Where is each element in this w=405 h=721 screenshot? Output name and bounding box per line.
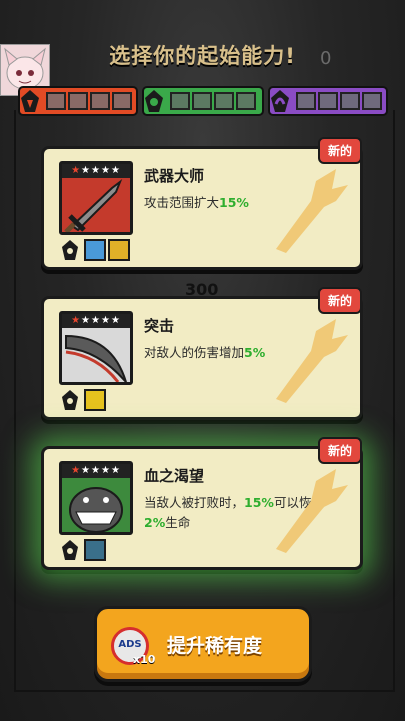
new-badge: 新的 xyxy=(317,287,362,314)
rage-icon xyxy=(62,540,78,560)
rarity-bars xyxy=(18,86,388,118)
gold-coin-icon xyxy=(84,389,106,411)
new-badge: 新的 xyxy=(317,137,362,164)
ads-count: x10 xyxy=(133,653,156,666)
rage-icon xyxy=(62,390,78,410)
rarity-cell xyxy=(46,92,66,110)
weapon-upgrade-icon xyxy=(84,239,106,261)
new-badge: 新的 xyxy=(317,437,362,464)
rarity-cell xyxy=(296,92,316,110)
shield-icon xyxy=(84,539,106,561)
rarity-cell xyxy=(340,92,360,110)
ability-name: 突击 xyxy=(144,317,175,335)
nature-icon xyxy=(145,90,163,112)
arcane-icon xyxy=(271,90,289,112)
ability-card-assault[interactable]: 新的 ★★★★★ 突击 对敌人的伤害增加5% xyxy=(41,287,363,420)
ability-tags xyxy=(58,237,130,263)
crown-icon xyxy=(108,239,130,261)
ability-name: 武器大师 xyxy=(144,167,205,185)
weapon-silhouette-icon xyxy=(276,169,348,253)
sword-icon: ★★★★★ xyxy=(59,161,133,235)
rage-icon xyxy=(21,90,39,112)
rage-icon xyxy=(62,240,78,260)
rarity-cell xyxy=(90,92,110,110)
rarity-bar-purple xyxy=(268,86,388,116)
upgrade-button-label: 提升稀有度 xyxy=(167,635,263,657)
ability-card-bloodlust[interactable]: 新的 ★★★★★ 血之渴望 当敌人被打败时，15%可以恢复2%生命 xyxy=(41,437,363,570)
ability-card-weapon-master[interactable]: 新的 ★★★★★ 武器大师 攻击范围扩大15% xyxy=(41,137,363,270)
rarity-cell xyxy=(214,92,234,110)
rarity-cell xyxy=(318,92,338,110)
weapon-silhouette-icon xyxy=(276,469,348,553)
rarity-cell xyxy=(170,92,190,110)
ability-tags xyxy=(58,537,106,563)
upgrade-rarity-button[interactable]: ADS x10 提升稀有度 xyxy=(94,606,312,682)
rarity-cell xyxy=(362,92,382,110)
rarity-cell xyxy=(192,92,212,110)
rarity-cell xyxy=(68,92,88,110)
rarity-bar-green xyxy=(142,86,264,116)
rarity-cell xyxy=(236,92,256,110)
page-title: 选择你的起始能力! xyxy=(109,44,296,68)
ability-tags xyxy=(58,387,106,413)
rarity-bar-red xyxy=(18,86,138,116)
slash-icon: ★★★★★ xyxy=(59,311,133,385)
weapon-silhouette-icon xyxy=(276,319,348,403)
ability-name: 血之渴望 xyxy=(144,467,205,485)
monster-icon: ★★★★★ xyxy=(59,461,133,535)
counter-value: 0 xyxy=(320,48,332,69)
rarity-cell xyxy=(112,92,132,110)
